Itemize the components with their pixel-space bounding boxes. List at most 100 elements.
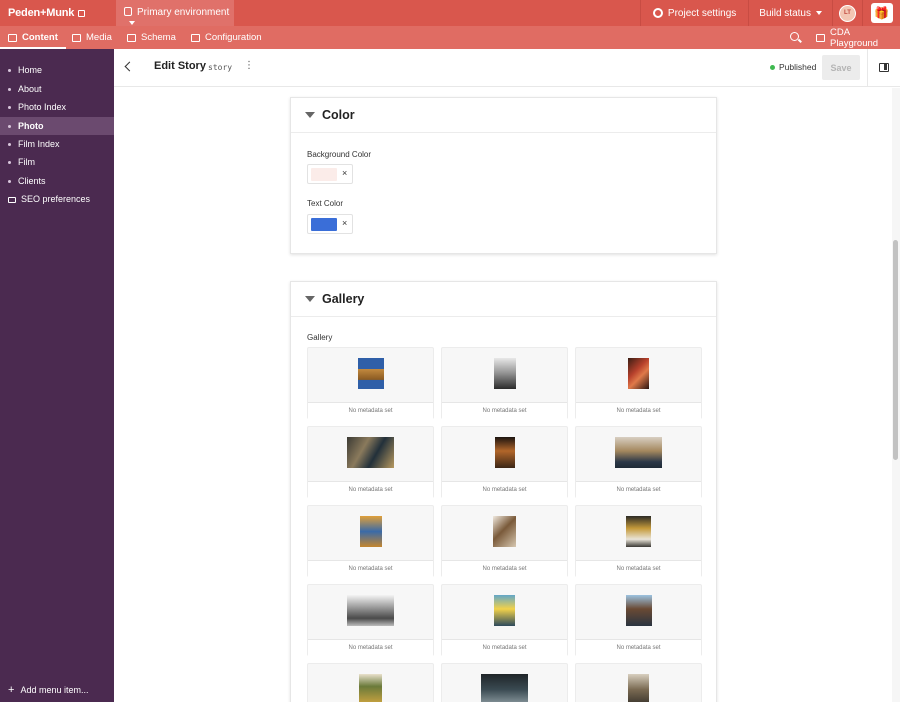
color-swatch[interactable]	[311, 218, 337, 231]
tab-configuration[interactable]: Configuration	[191, 26, 262, 49]
status-dot-icon	[770, 64, 775, 70]
metadata-label: No metadata set	[308, 481, 433, 498]
collapse-triangle-icon	[305, 296, 315, 302]
bullet-icon	[8, 105, 11, 109]
gallery-thumbnail[interactable]	[359, 674, 382, 702]
tab-schema[interactable]: Schema	[127, 26, 176, 49]
search-icon[interactable]	[790, 32, 799, 41]
bullet-icon	[8, 124, 11, 128]
scrollbar[interactable]	[892, 88, 900, 702]
single-instance-icon	[8, 197, 16, 203]
gallery-item[interactable]: No metadata set	[441, 584, 568, 656]
sidebar-item-seo-preferences[interactable]: SEO preferences	[0, 190, 114, 208]
color-swatch[interactable]	[311, 168, 337, 181]
environment-selector[interactable]: Primary environment	[116, 0, 234, 26]
background-color-picker[interactable]: ×	[307, 164, 353, 184]
bullet-icon	[8, 179, 11, 183]
sidebar-item-photo-index[interactable]: Photo Index	[0, 98, 114, 116]
gear-icon	[652, 8, 663, 18]
editor-content: Color Background Color × Text Color × Ga…	[114, 88, 892, 702]
scrollbar-thumb[interactable]	[893, 240, 898, 460]
gallery-item[interactable]: No metadata set	[441, 347, 568, 419]
panel-icon	[879, 63, 889, 72]
avatar[interactable]: LT	[839, 4, 856, 22]
gallery-item[interactable]: No metadata set	[575, 426, 702, 498]
gallery-item[interactable]: No metadata set	[307, 426, 434, 498]
more-options-icon[interactable]: ⋮	[244, 60, 254, 71]
metadata-label: No metadata set	[442, 481, 567, 498]
gallery-thumbnail[interactable]	[494, 595, 515, 626]
cda-playground-button[interactable]: CDA Playground	[816, 26, 900, 49]
model-api-key: story	[208, 63, 233, 72]
gallery-thumbnail[interactable]	[495, 437, 515, 468]
sidebar-item-home[interactable]: Home	[0, 61, 114, 79]
field-label: Text Color	[307, 199, 344, 208]
gallery-item[interactable]: No metadata set	[441, 426, 568, 498]
gallery-thumbnail[interactable]	[494, 358, 516, 389]
sidebar-item-film[interactable]: Film	[0, 153, 114, 171]
section-nav: Content Media Schema Configuration CDA P…	[0, 26, 900, 49]
project-settings-button[interactable]: Project settings	[639, 0, 748, 26]
schema-icon	[127, 33, 136, 42]
save-button[interactable]: Save	[822, 55, 860, 80]
metadata-label: No metadata set	[308, 639, 433, 656]
back-arrow-icon[interactable]	[124, 61, 135, 72]
text-color-picker[interactable]: ×	[307, 214, 353, 234]
tab-content[interactable]: Content	[0, 26, 66, 49]
add-menu-item-button[interactable]: + Add menu item...	[8, 684, 88, 696]
color-fieldset: Color Background Color × Text Color ×	[290, 97, 717, 254]
bullet-icon	[8, 160, 11, 164]
gallery-item[interactable]: No metadata set	[575, 584, 702, 656]
sidebar-panel-toggle[interactable]	[867, 49, 900, 86]
people-icon	[191, 33, 200, 42]
gallery-item[interactable]: No metadata set	[575, 347, 702, 419]
terminal-icon	[816, 33, 825, 42]
sidebar-item-about[interactable]: About	[0, 80, 114, 98]
metadata-label: No metadata set	[308, 402, 433, 419]
gallery-fieldset-header[interactable]: Gallery	[291, 282, 716, 317]
gallery-thumbnail[interactable]	[628, 358, 649, 389]
field-label: Gallery	[307, 333, 333, 342]
color-fieldset-header[interactable]: Color	[291, 98, 716, 133]
metadata-label: No metadata set	[308, 560, 433, 577]
metadata-label: No metadata set	[442, 560, 567, 577]
clear-icon[interactable]: ×	[342, 218, 347, 228]
gallery-thumbnail[interactable]	[481, 674, 528, 702]
bullet-icon	[8, 68, 11, 72]
gallery-item[interactable]: No metadata set	[307, 584, 434, 656]
gallery-thumbnail[interactable]	[615, 437, 662, 468]
gallery-item[interactable]: No metadata set	[441, 505, 568, 577]
sidebar-item-photo[interactable]: Photo	[0, 117, 114, 135]
gallery-thumbnail[interactable]	[626, 516, 651, 547]
gift-icon[interactable]: 🎁	[870, 3, 893, 23]
project-brand[interactable]: Peden+Munk	[8, 7, 86, 19]
gallery-thumbnail[interactable]	[358, 358, 384, 389]
sidebar-item-clients[interactable]: Clients	[0, 172, 114, 190]
field-label: Background Color	[307, 150, 372, 159]
pencil-icon	[8, 33, 17, 42]
gallery-thumbnail[interactable]	[628, 674, 649, 702]
gallery-item[interactable]: No metadata set	[307, 505, 434, 577]
sidebar: Home About Photo Index Photo Film Index …	[0, 49, 114, 702]
gallery-thumbnail[interactable]	[493, 516, 516, 547]
clear-icon[interactable]: ×	[342, 168, 347, 178]
tab-media[interactable]: Media	[72, 26, 112, 49]
build-status-button[interactable]: Build status	[748, 0, 832, 26]
gallery-item[interactable]: No metadata set	[575, 663, 702, 702]
editor-header: Edit Story story ⋮ Published Save	[114, 49, 900, 87]
gallery-item[interactable]: No metadata set	[575, 505, 702, 577]
image-icon	[72, 33, 81, 42]
gallery-item[interactable]: No metadata set	[307, 347, 434, 419]
gallery-thumbnail[interactable]	[347, 595, 394, 626]
gallery-thumbnail[interactable]	[347, 437, 394, 468]
metadata-label: No metadata set	[576, 560, 701, 577]
gallery-item[interactable]: No metadata set	[307, 663, 434, 702]
gallery-thumbnail[interactable]	[360, 516, 382, 547]
sidebar-item-film-index[interactable]: Film Index	[0, 135, 114, 153]
gallery-thumbnail[interactable]	[626, 595, 652, 626]
database-icon	[124, 7, 132, 16]
metadata-label: No metadata set	[442, 639, 567, 656]
chevron-down-icon	[129, 21, 135, 25]
metadata-label: No metadata set	[576, 639, 701, 656]
gallery-item[interactable]: No metadata set	[441, 663, 568, 702]
